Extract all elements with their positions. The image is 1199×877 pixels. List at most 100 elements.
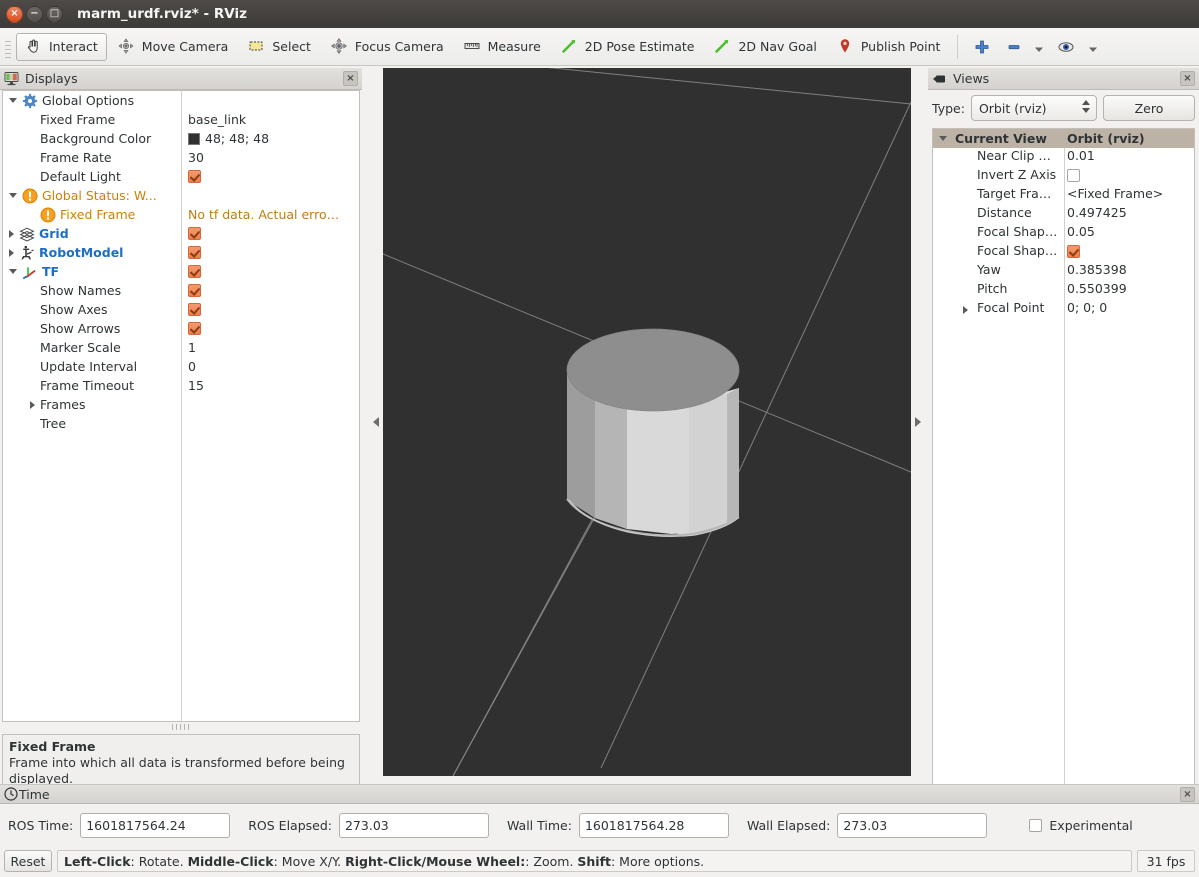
view-property-row[interactable]: Focal Point 0; 0; 0 [933, 300, 1194, 319]
visibility-button[interactable] [1050, 33, 1082, 61]
view-property-value[interactable]: 0; 0; 0 [1067, 300, 1107, 315]
display-row[interactable]: RobotModel [3, 243, 359, 262]
display-enable-checkbox[interactable] [188, 303, 201, 316]
display-row-value[interactable]: base_link [188, 112, 246, 127]
display-row-label: Default Light [40, 169, 121, 184]
view-property-value[interactable]: 0.05 [1067, 224, 1095, 239]
display-row-label: Fixed Frame [40, 112, 116, 127]
displays-splitter-grip[interactable] [172, 724, 192, 730]
remove-display-button[interactable] [1000, 33, 1028, 61]
display-row[interactable]: Frame Timeout 15 [3, 376, 359, 395]
display-enable-checkbox[interactable] [188, 246, 201, 259]
display-row[interactable]: Frame Rate 30 [3, 148, 359, 167]
display-enable-checkbox[interactable] [188, 284, 201, 297]
view-property-row[interactable]: Invert Z Axis [933, 167, 1194, 186]
display-row-value[interactable]: No tf data. Actual erro… [188, 207, 339, 222]
toolbar-item-label: Interact [49, 39, 98, 54]
displays-close-button[interactable]: × [343, 71, 358, 86]
3d-render-viewport[interactable] [383, 68, 911, 776]
display-row[interactable]: Show Arrows [3, 319, 359, 338]
window-maximize-button[interactable]: □ [46, 5, 63, 23]
view-property-value[interactable]: 0.01 [1067, 148, 1095, 163]
display-row[interactable]: Update Interval 0 [3, 357, 359, 376]
view-property-row[interactable]: Focal Shap… [933, 243, 1194, 262]
views-close-button[interactable]: × [1180, 71, 1195, 86]
chevron-right-icon[interactable] [963, 306, 968, 314]
display-row[interactable]: Default Light [3, 167, 359, 186]
display-row[interactable]: Marker Scale 1 [3, 338, 359, 357]
toolbar-select-button[interactable]: Select [239, 33, 320, 61]
view-property-checkbox[interactable] [1067, 169, 1080, 182]
toolbar-publish-point-button[interactable]: Publish Point [828, 33, 950, 61]
view-property-row[interactable]: Focal Shap… 0.05 [933, 224, 1194, 243]
toolbar-focus-camera-button[interactable]: Focus Camera [322, 33, 453, 61]
display-row-value[interactable]: 15 [188, 378, 204, 393]
color-swatch[interactable] [188, 132, 200, 145]
time-close-button[interactable]: × [1180, 786, 1195, 802]
display-enable-checkbox[interactable] [188, 227, 201, 240]
view-property-row[interactable]: Pitch 0.550399 [933, 281, 1194, 300]
wall-elapsed-input[interactable]: 273.03 [837, 812, 988, 838]
display-row-label: Show Names [40, 283, 122, 298]
remove-display-dropdown[interactable] [1030, 33, 1048, 61]
display-row[interactable]: Grid [3, 224, 359, 243]
view-type-combo[interactable]: Orbit (rviz) [970, 95, 1097, 121]
display-row[interactable]: Show Axes [3, 300, 359, 319]
display-row[interactable]: TF [3, 262, 359, 281]
views-tree[interactable]: Current View Orbit (rviz) Near Clip … 0.0… [932, 128, 1195, 804]
display-row[interactable]: Fixed Frame No tf data. Actual erro… [3, 205, 359, 224]
display-enable-checkbox[interactable] [188, 265, 201, 278]
display-row-value[interactable]: 0 [188, 359, 196, 374]
display-row[interactable]: Background Color 48; 48; 48 [3, 129, 359, 148]
ros-elapsed-input[interactable]: 273.03 [338, 812, 489, 838]
displays-tree[interactable]: Global Options Fixed Frame base_link Backgr… [2, 90, 360, 722]
zero-button[interactable]: Zero [1103, 95, 1195, 121]
toolbar-2d-nav-goal-button[interactable]: 2D Nav Goal [705, 33, 825, 61]
view-property-row[interactable]: Distance 0.497425 [933, 205, 1194, 224]
experimental-checkbox[interactable] [1029, 818, 1043, 832]
chevron-down-icon[interactable] [9, 98, 17, 103]
view-property-value[interactable]: 0.550399 [1067, 281, 1127, 296]
display-row[interactable]: Frames [3, 395, 359, 414]
add-display-button[interactable] [966, 33, 998, 61]
minimize-icon: − [30, 8, 39, 19]
chevron-right-icon[interactable] [9, 248, 14, 257]
view-property-value[interactable]: 0.497425 [1067, 205, 1127, 220]
view-property-value[interactable]: 0.385398 [1067, 262, 1127, 277]
chevron-down-icon[interactable] [9, 269, 17, 274]
view-property-row[interactable]: Near Clip … 0.01 [933, 148, 1194, 167]
window-minimize-button[interactable]: − [26, 5, 43, 23]
toolbar-2d-pose-estimate-button[interactable]: 2D Pose Estimate [552, 33, 704, 61]
display-row[interactable]: Tree [3, 414, 359, 433]
view-property-checkbox[interactable] [1067, 245, 1080, 258]
view-property-value[interactable]: <Fixed Frame> [1067, 186, 1163, 201]
display-enable-checkbox[interactable] [188, 322, 201, 335]
view-property-row[interactable]: Yaw 0.385398 [933, 262, 1194, 281]
wall-time-input[interactable]: 1601817564.28 [578, 812, 729, 838]
toolbar-move-camera-button[interactable]: Move Camera [109, 33, 238, 61]
toolbar-measure-button[interactable]: Measure [455, 33, 550, 61]
visibility-dropdown[interactable] [1084, 33, 1102, 61]
chevron-right-icon[interactable] [30, 400, 35, 409]
window-close-button[interactable]: × [6, 5, 23, 23]
display-row[interactable]: Fixed Frame base_link [3, 110, 359, 129]
display-row[interactable]: Global Options [3, 91, 359, 110]
chevron-down-icon[interactable] [9, 193, 17, 198]
reset-button[interactable]: Reset [4, 850, 52, 872]
display-row-value[interactable]: 1 [188, 340, 196, 355]
ros-time-input[interactable]: 1601817564.24 [80, 812, 231, 838]
chevron-right-icon[interactable] [9, 229, 14, 238]
right-splitter-handle[interactable] [911, 68, 925, 776]
experimental-toggle[interactable]: Experimental [1029, 818, 1133, 833]
left-splitter-handle[interactable] [369, 68, 383, 776]
toolbar-grip[interactable] [3, 35, 13, 58]
toolbar-interact-button[interactable]: Interact [16, 32, 107, 61]
display-enable-checkbox[interactable] [188, 170, 201, 183]
view-property-row[interactable]: Target Fra… <Fixed Frame> [933, 186, 1194, 205]
chevron-down-icon[interactable] [939, 136, 947, 141]
display-row-value[interactable]: 30 [188, 150, 204, 165]
window-controls: × − □ [0, 5, 63, 23]
spin-arrows-icon[interactable] [1082, 100, 1090, 113]
display-row[interactable]: Global Status: W... [3, 186, 359, 205]
display-row[interactable]: Show Names [3, 281, 359, 300]
